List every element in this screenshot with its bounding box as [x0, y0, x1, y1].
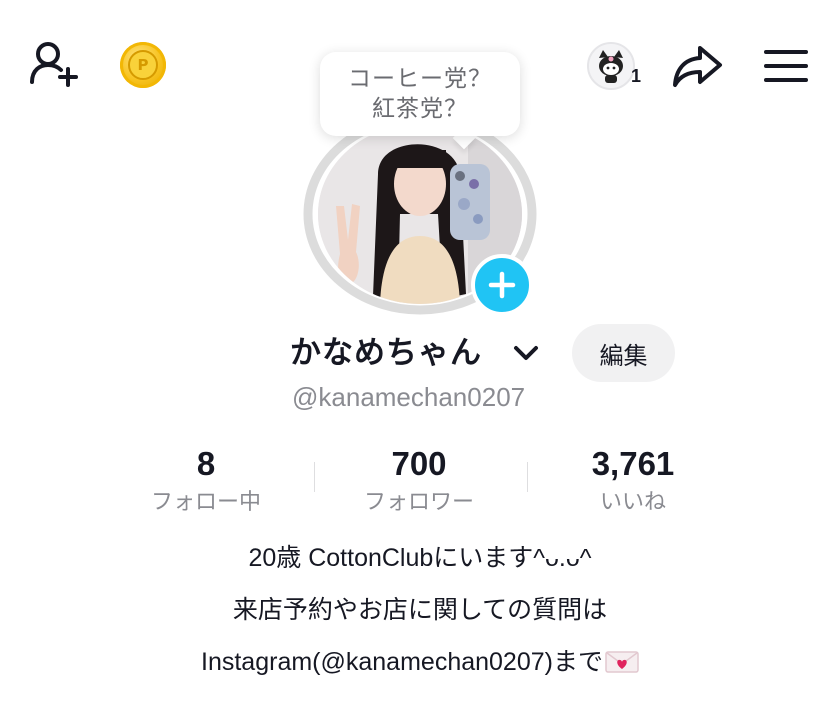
- followers-count: 700: [391, 445, 447, 482]
- avatar-add-button[interactable]: [471, 254, 533, 316]
- name-row: かなめちゃん: [0, 330, 840, 378]
- coin-icon[interactable]: P: [120, 42, 166, 88]
- stat-likes[interactable]: 3,761 いいね: [533, 444, 733, 520]
- likes-count: 3,761: [591, 445, 675, 482]
- followers-label: フォロワー: [363, 490, 474, 515]
- share-button[interactable]: [670, 40, 726, 92]
- following-count: 8: [196, 445, 216, 482]
- bio-line: 20歳 CottonClubにいます^ᴗ.ᴗ^: [248, 544, 592, 572]
- stat-divider: [314, 462, 315, 492]
- visitor-count: 1: [631, 66, 642, 86]
- bio-line: 来店予約やお店に関しての質問は: [232, 596, 608, 624]
- menu-icon: [764, 50, 808, 82]
- chevron-down-icon[interactable]: [512, 342, 540, 364]
- kuromi-icon: [589, 44, 633, 88]
- add-user-icon: [30, 42, 78, 87]
- coin-letter: P: [128, 50, 158, 80]
- likes-label: いいね: [599, 490, 666, 515]
- bio-line-text[interactable]: Instagram(@kanamechan0207)まで: [201, 648, 603, 676]
- edit-profile-button[interactable]: 編集: [572, 324, 675, 382]
- bio-line-with-link: Instagram(@kanamechan0207)まで: [0, 642, 840, 678]
- stat-divider: [527, 462, 528, 492]
- stat-following[interactable]: 8 フォロー中: [106, 444, 306, 520]
- username: @kanamechan0207: [292, 382, 526, 412]
- stat-followers[interactable]: 700 フォロワー: [319, 444, 519, 520]
- bubble-line-1: コーヒー党？: [348, 66, 492, 92]
- share-icon: [673, 46, 722, 87]
- status-note-bubble[interactable]: コーヒー党？ 紅茶党？: [320, 52, 520, 136]
- bubble-line-2: 紅茶党？: [372, 96, 468, 122]
- following-label: フォロー中: [150, 490, 261, 515]
- plus-icon: [488, 271, 516, 299]
- add-friend-button[interactable]: [28, 38, 84, 90]
- display-name[interactable]: かなめちゃん: [290, 330, 482, 376]
- profile-visitor-avatar[interactable]: [587, 42, 635, 90]
- mail-heart-icon: [605, 651, 639, 673]
- menu-button[interactable]: [760, 40, 812, 92]
